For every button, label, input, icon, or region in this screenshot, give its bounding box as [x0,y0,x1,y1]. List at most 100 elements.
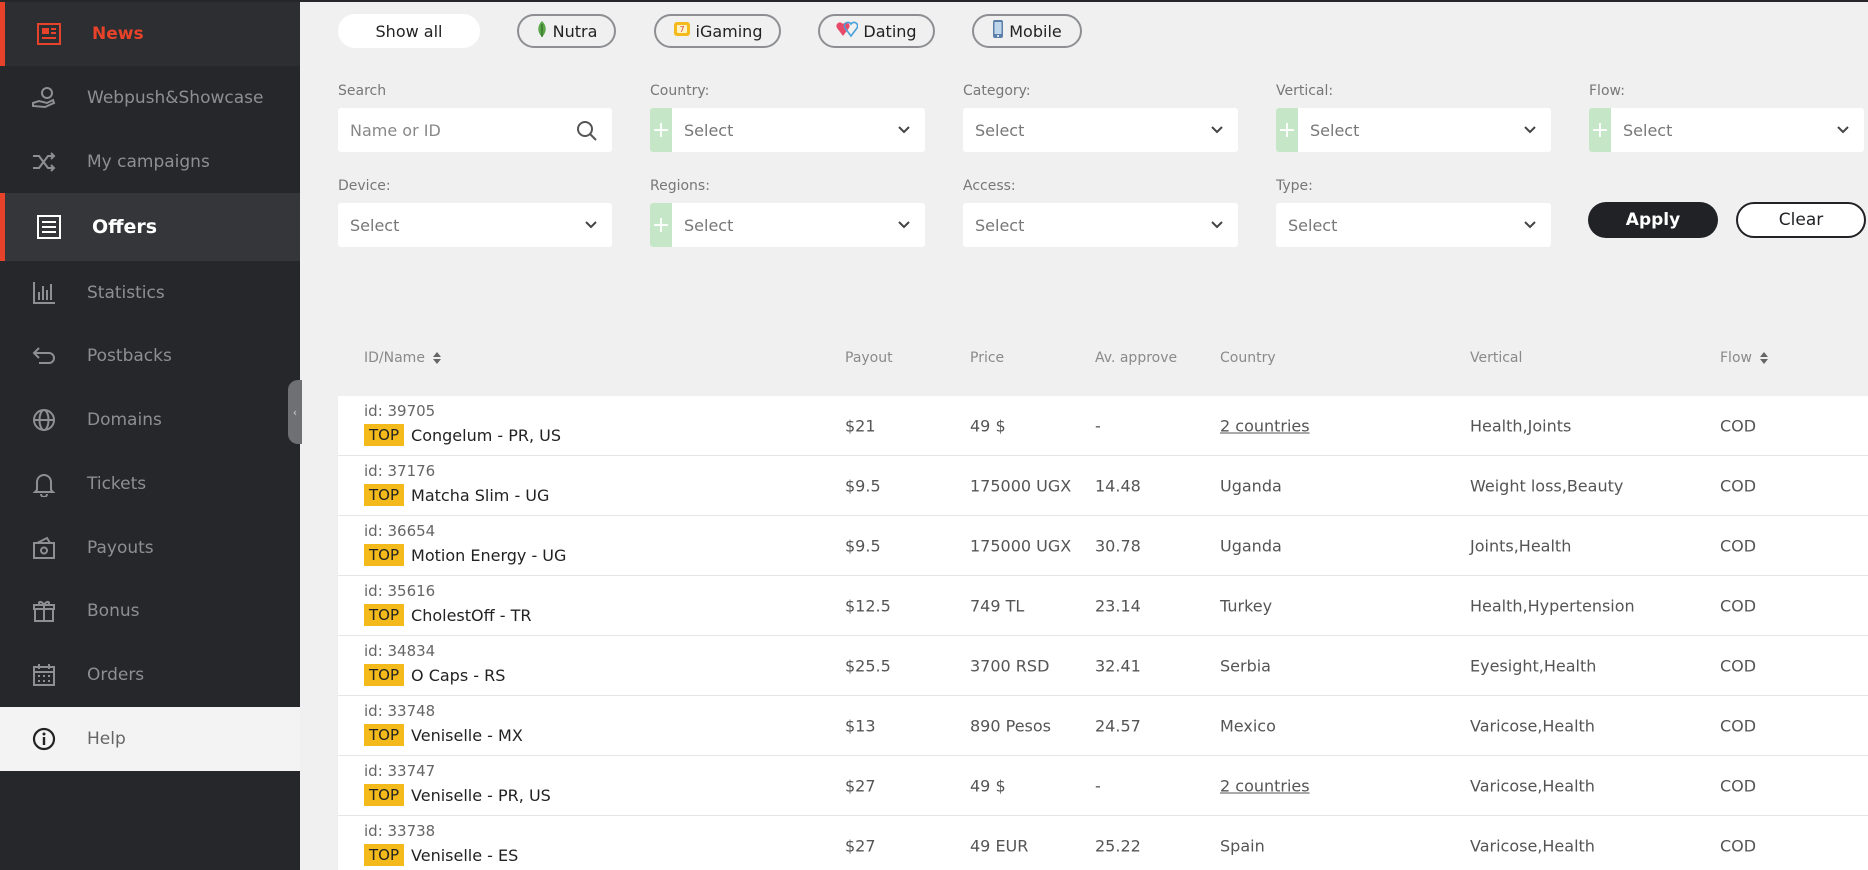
sidebar-item-my-campaigns[interactable]: My campaigns [0,130,300,194]
offer-name[interactable]: Motion Energy - UG [411,546,566,565]
vertical-cell: Health,Joints [1470,416,1572,435]
country-cell: Mexico [1220,716,1276,735]
table-row[interactable]: id: 39705 TOP Congelum - PR, US $21 49 $ … [338,396,1868,456]
flow-cell: COD [1720,716,1757,735]
calendar-icon [30,661,58,689]
type-select[interactable]: Select [1276,203,1551,247]
sidebar-item-label: News [92,24,144,44]
country-link[interactable]: 2 countries [1220,776,1310,795]
payout-cell: $9.5 [845,536,881,555]
top-badge: TOP [364,844,405,866]
plus-icon[interactable]: + [650,203,672,247]
vertical-cell: Varicose,Health [1470,716,1595,735]
column-header-flow[interactable]: Flow [1720,350,1768,366]
sidebar-item-postbacks[interactable]: Postbacks [0,324,300,388]
offer-name[interactable]: Veniselle - MX [411,726,523,745]
clear-button[interactable]: Clear [1736,202,1866,238]
apply-button[interactable]: Apply [1588,202,1718,238]
search-input[interactable] [350,120,550,140]
table-row[interactable]: id: 33748 TOP Veniselle - MX $13 890 Peso… [338,696,1868,756]
offer-name[interactable]: Veniselle - ES [411,846,518,865]
approve-cell: - [1095,776,1101,795]
offer-name[interactable]: CholestOff - TR [411,606,531,625]
device-select[interactable]: Select [338,203,612,247]
flow-select-value: Select [1623,120,1673,140]
vertical-cell: Joints,Health [1470,536,1572,555]
table-row[interactable]: id: 37176 TOP Matcha Slim - UG $9.5 17500… [338,456,1868,516]
offer-id: id: 39705 [364,402,436,420]
approve-cell: 30.78 [1095,536,1141,555]
chip-label: Dating [863,21,917,41]
vertical-select[interactable]: + Select [1276,108,1551,152]
category-select-value: Select [975,120,1025,140]
chip-label: Mobile [1009,21,1062,41]
sort-icon[interactable] [1759,352,1768,364]
offer-name-cell: TOP Veniselle - PR, US [364,784,551,806]
column-header-vertical: Vertical [1470,350,1523,366]
chip-label: iGaming [695,21,763,41]
table-row[interactable]: id: 36654 TOP Motion Energy - UG $9.5 175… [338,516,1868,576]
payout-cell: $21 [845,416,876,435]
plus-icon[interactable]: + [650,108,672,152]
column-header-id-name[interactable]: ID/Name [364,350,441,366]
flow-cell: COD [1720,476,1757,495]
price-cell: 175000 UGX [970,536,1072,555]
offer-name[interactable]: Veniselle - PR, US [411,786,551,805]
offer-name[interactable]: O Caps - RS [411,666,505,685]
access-select[interactable]: Select [963,203,1238,247]
access-select-value: Select [975,215,1025,235]
search-icon[interactable] [576,120,598,146]
country-link[interactable]: 2 countries [1220,416,1310,435]
sidebar-item-payouts[interactable]: Payouts [0,516,300,580]
sidebar-item-offers[interactable]: Offers [0,193,300,261]
category-select[interactable]: Select [963,108,1238,152]
chevron-down-icon [1524,126,1536,134]
flow-select[interactable]: + Select [1589,108,1864,152]
sidebar-item-help[interactable]: Help [0,707,300,771]
column-header-payout: Payout [845,350,893,366]
slot-icon: 7 [673,20,691,42]
sidebar-item-news[interactable]: News [0,2,300,66]
top-badge: TOP [364,424,405,446]
sidebar-item-bonus[interactable]: Bonus [0,579,300,643]
sidebar-item-tickets[interactable]: Tickets [0,452,300,516]
sidebar-item-orders[interactable]: Orders [0,643,300,707]
sidebar-item-domains[interactable]: Domains [0,388,300,452]
table-row[interactable]: id: 33738 TOP Veniselle - ES $27 49 EUR 2… [338,816,1868,870]
vertical-cell: Health,Hypertension [1470,596,1635,615]
sidebar-item-label: Domains [87,410,162,430]
country-cell: Spain [1220,836,1265,855]
table-row[interactable]: id: 33747 TOP Veniselle - PR, US $27 49 $… [338,756,1868,816]
category-label: Category: [963,83,1031,99]
regions-select[interactable]: + Select [650,203,925,247]
plus-icon[interactable]: + [1589,108,1611,152]
sort-icon[interactable] [432,352,441,364]
chip-mobile[interactable]: Mobile [972,14,1082,48]
approve-cell: - [1095,416,1101,435]
shuffle-icon [30,148,58,176]
payout-cell: $27 [845,836,876,855]
sidebar-item-webpush[interactable]: Webpush&Showcase [0,66,300,130]
chip-dating[interactable]: Dating [818,14,935,48]
offer-name[interactable]: Matcha Slim - UG [411,486,549,505]
offer-id: id: 34834 [364,642,436,660]
country-cell: Uganda [1220,476,1282,495]
approve-cell: 25.22 [1095,836,1141,855]
table-row[interactable]: id: 34834 TOP O Caps - RS $25.5 3700 RSD … [338,636,1868,696]
offer-name-cell: TOP CholestOff - TR [364,604,531,626]
chip-show-all[interactable]: Show all [338,14,480,48]
country-select[interactable]: + Select [650,108,925,152]
country-cell: Turkey [1220,596,1273,615]
chip-nutra[interactable]: Nutra [517,14,616,48]
top-badge: TOP [364,544,405,566]
column-header-country: Country [1220,350,1276,366]
offer-name[interactable]: Congelum - PR, US [411,426,561,445]
bell-icon [30,470,58,498]
flow-cell: COD [1720,416,1757,435]
chip-igaming[interactable]: 7 iGaming [654,14,781,48]
table-row[interactable]: id: 35616 TOP CholestOff - TR $12.5 749 T… [338,576,1868,636]
plus-icon[interactable]: + [1276,108,1298,152]
sidebar-item-statistics[interactable]: Statistics [0,261,300,325]
vertical-cell: Varicose,Health [1470,836,1595,855]
flow-cell: COD [1720,596,1757,615]
